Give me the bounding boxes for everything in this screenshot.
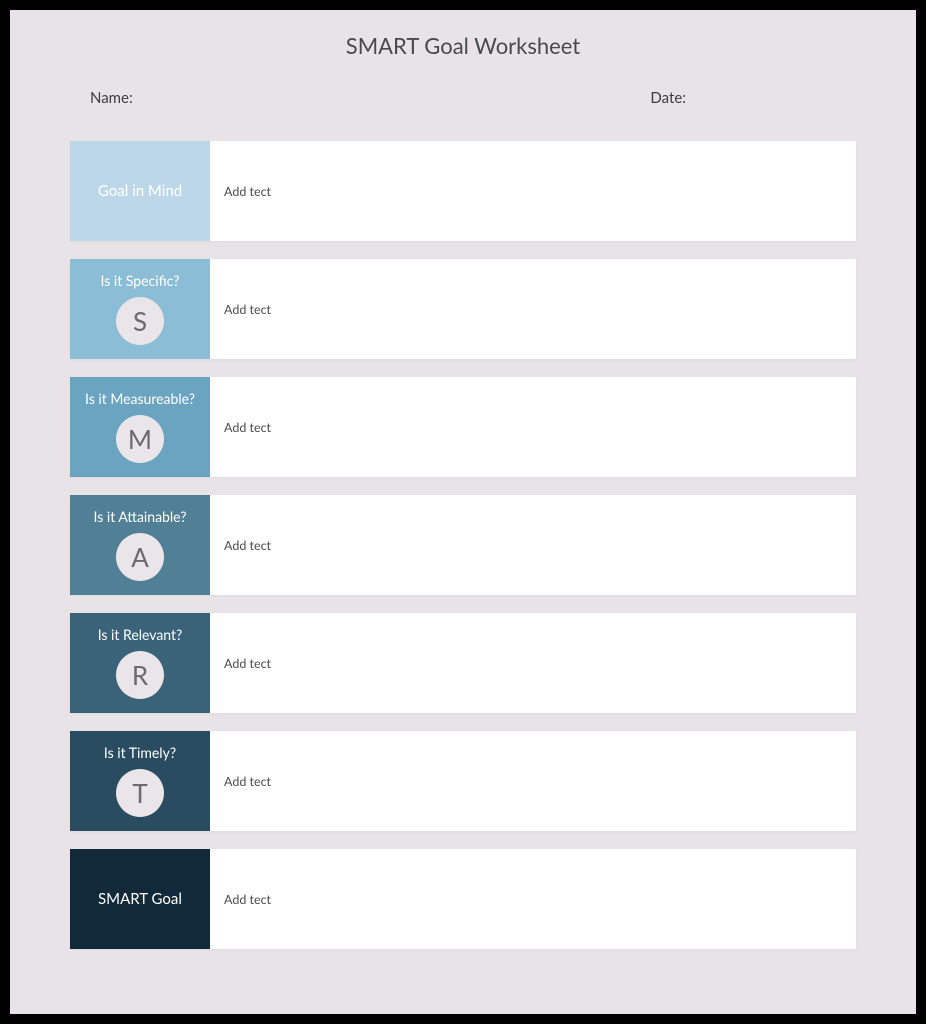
letter-circle-r: R xyxy=(116,651,164,699)
letter-circle-m: M xyxy=(116,415,164,463)
row-label-attainable: Is it Attainable? A xyxy=(70,495,210,595)
row-input-timely[interactable]: Add tect xyxy=(210,731,856,831)
row-label-text: SMART Goal xyxy=(98,890,182,908)
row-label-text: Is it Measureable? xyxy=(85,391,195,408)
row-label-measureable: Is it Measureable? M xyxy=(70,377,210,477)
row-input-measureable[interactable]: Add tect xyxy=(210,377,856,477)
rows-container: Goal in Mind Add tect Is it Specific? S … xyxy=(70,141,856,949)
row-smart-goal: SMART Goal Add tect xyxy=(70,849,856,949)
row-label-text: Is it Specific? xyxy=(101,273,180,290)
letter-circle-a: A xyxy=(116,533,164,581)
row-label-timely: Is it Timely? T xyxy=(70,731,210,831)
row-label-text: Is it Relevant? xyxy=(98,627,183,644)
letter-circle-t: T xyxy=(116,769,164,817)
row-label-goal: Goal in Mind xyxy=(70,141,210,241)
row-timely: Is it Timely? T Add tect xyxy=(70,731,856,831)
date-label: Date: xyxy=(650,89,686,107)
worksheet-page: SMART Goal Worksheet Name: Date: Goal in… xyxy=(10,10,916,1014)
row-measureable: Is it Measureable? M Add tect xyxy=(70,377,856,477)
row-label-text: Is it Timely? xyxy=(104,745,176,762)
row-goal-in-mind: Goal in Mind Add tect xyxy=(70,141,856,241)
row-input-attainable[interactable]: Add tect xyxy=(210,495,856,595)
row-label-smart-goal: SMART Goal xyxy=(70,849,210,949)
row-label-specific: Is it Specific? S xyxy=(70,259,210,359)
row-relevant: Is it Relevant? R Add tect xyxy=(70,613,856,713)
row-label-text: Is it Attainable? xyxy=(93,509,186,526)
row-specific: Is it Specific? S Add tect xyxy=(70,259,856,359)
row-input-smart-goal[interactable]: Add tect xyxy=(210,849,856,949)
page-title: SMART Goal Worksheet xyxy=(70,32,856,59)
row-input-goal[interactable]: Add tect xyxy=(210,141,856,241)
row-attainable: Is it Attainable? A Add tect xyxy=(70,495,856,595)
row-label-text: Goal in Mind xyxy=(98,182,182,200)
name-label: Name: xyxy=(90,89,133,107)
row-input-specific[interactable]: Add tect xyxy=(210,259,856,359)
row-input-relevant[interactable]: Add tect xyxy=(210,613,856,713)
meta-row: Name: Date: xyxy=(70,89,856,107)
row-label-relevant: Is it Relevant? R xyxy=(70,613,210,713)
letter-circle-s: S xyxy=(116,297,164,345)
